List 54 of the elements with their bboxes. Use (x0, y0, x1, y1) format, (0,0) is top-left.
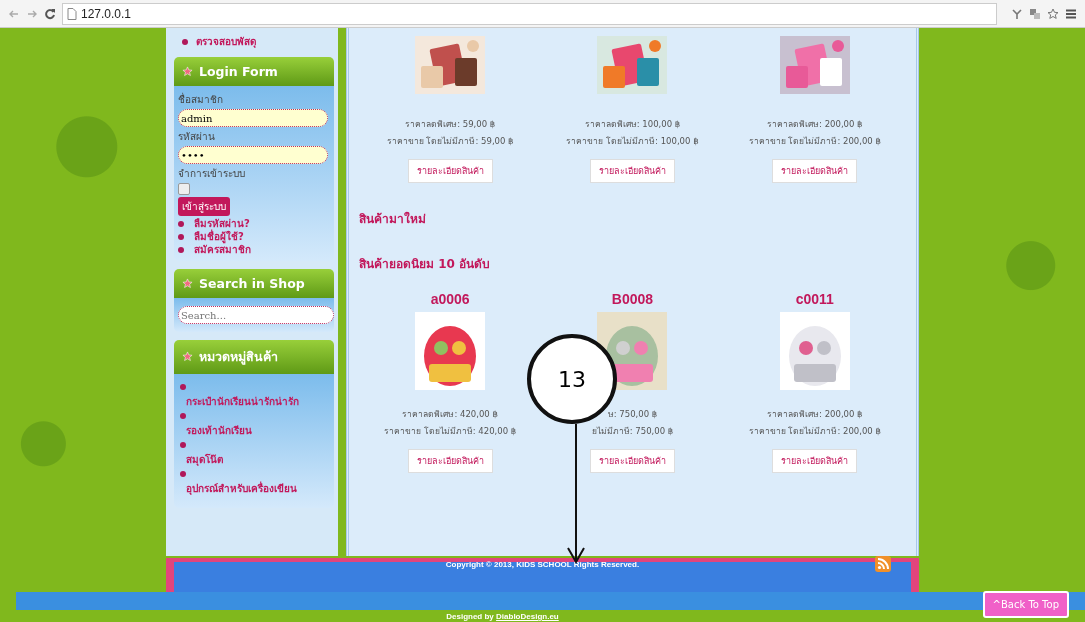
special-price: ราคาลดพิเศษ: 59,00 ฿ (405, 118, 496, 131)
antenna-icon[interactable] (1011, 7, 1023, 20)
price-excluding-tax: ราคาขาย โดยไม่มีภาษี: 420,00 ฿ (384, 425, 517, 438)
price-excluding-tax: ราคาขาย โดยไม่มีภาษี: 200,00 ฿ (748, 135, 881, 148)
account-link[interactable]: สมัครสมาชิก (194, 244, 251, 255)
remember-checkbox[interactable] (178, 183, 190, 195)
username-field[interactable]: admin (178, 109, 328, 127)
category-link[interactable]: รองเท้านักเรียน (180, 423, 252, 438)
product-details-button[interactable]: รายละเอียดสินค้า (590, 159, 675, 183)
price-excluding-tax: ราคาขาย โดยไม่มีภาษี: 100,00 ฿ (566, 135, 699, 148)
product-code: a0006 (430, 291, 470, 307)
reload-icon[interactable] (44, 7, 56, 20)
menu-icon[interactable] (1065, 7, 1077, 20)
product-code: c0011 (795, 291, 834, 307)
account-link[interactable]: ลืมรหัสผ่าน? (194, 218, 250, 229)
panel-header: หมวดหมู่สินค้า (174, 340, 334, 374)
rss-icon[interactable] (875, 556, 891, 572)
section-heading: สินค้ายอดนิยม 10 อันดับ (359, 256, 492, 273)
category-link[interactable]: กระเป๋านักเรียนน่ารักน่ารัก (180, 394, 299, 409)
field-label: รหัสผ่าน (178, 130, 215, 144)
product-details-button[interactable]: รายละเอียดสินค้า (407, 449, 493, 473)
special-price: ราคาลดพิเศษ: 200,00 ฿ (767, 118, 863, 131)
special-price: ราคาลดพิเศษ: 100,00 ฿ (584, 118, 681, 131)
track-parcel-link[interactable]: ตรวจสอบพัสดุ (196, 34, 256, 49)
star-icon[interactable] (1047, 7, 1059, 20)
special-price: ษ: 750,00 ฿ (607, 408, 658, 421)
password-field[interactable]: •••• (178, 146, 328, 164)
login-button[interactable]: เข้าสู่ระบบ (178, 197, 230, 216)
price-excluding-tax: ราคาขาย โดยไม่มีภาษี: 200,00 ฿ (748, 425, 881, 438)
category-link[interactable]: อุปกรณ์สำหรับเครื่องเขียน (180, 481, 297, 496)
panel-header: Search in Shop (174, 269, 334, 298)
special-price: ราคาลดพิเศษ: 200,00 ฿ (767, 408, 863, 421)
price-excluding-tax: ราคาขาย โดยไม่มีภาษี: 59,00 ฿ (386, 135, 514, 148)
category-link[interactable]: สมุดโน๊ต (180, 452, 223, 467)
product-details-button[interactable]: รายละเอียดสินค้า (407, 159, 493, 183)
star-icon (182, 66, 193, 77)
copyright-text: Copyright © 2013, KIDS SCHOOL Rights Reserved. (445, 560, 640, 569)
star-icon (182, 351, 193, 362)
product-code: B0008 (611, 291, 654, 307)
product-details-button[interactable]: รายละเอียดสินค้า (772, 449, 858, 473)
designed-by-text: Designed by (446, 612, 494, 621)
product-details-button[interactable]: รายละเอียดสินค้า (772, 159, 858, 183)
account-link[interactable]: ลืมชื่อผู้ใช้? (194, 231, 244, 242)
page-icon (67, 7, 77, 20)
checkbox-label: จำการเข้าระบบ (178, 167, 245, 181)
field-label: ชื่อสมาชิก (178, 92, 223, 107)
product-details-button[interactable]: รายละเอียดสินค้า (590, 449, 675, 473)
search-field[interactable]: Search... (178, 306, 334, 324)
panel-header: Login Form (174, 57, 334, 86)
special-price: ราคาลดพิเศษ: 420,00 ฿ (402, 408, 498, 421)
section-heading: สินค้ามาใหม่ (359, 210, 427, 228)
price-excluding-tax: ยไม่มีภาษี: 750,00 ฿ (591, 425, 674, 438)
star-icon (182, 278, 193, 289)
address-bar[interactable]: 127.0.0.1 (62, 2, 997, 25)
